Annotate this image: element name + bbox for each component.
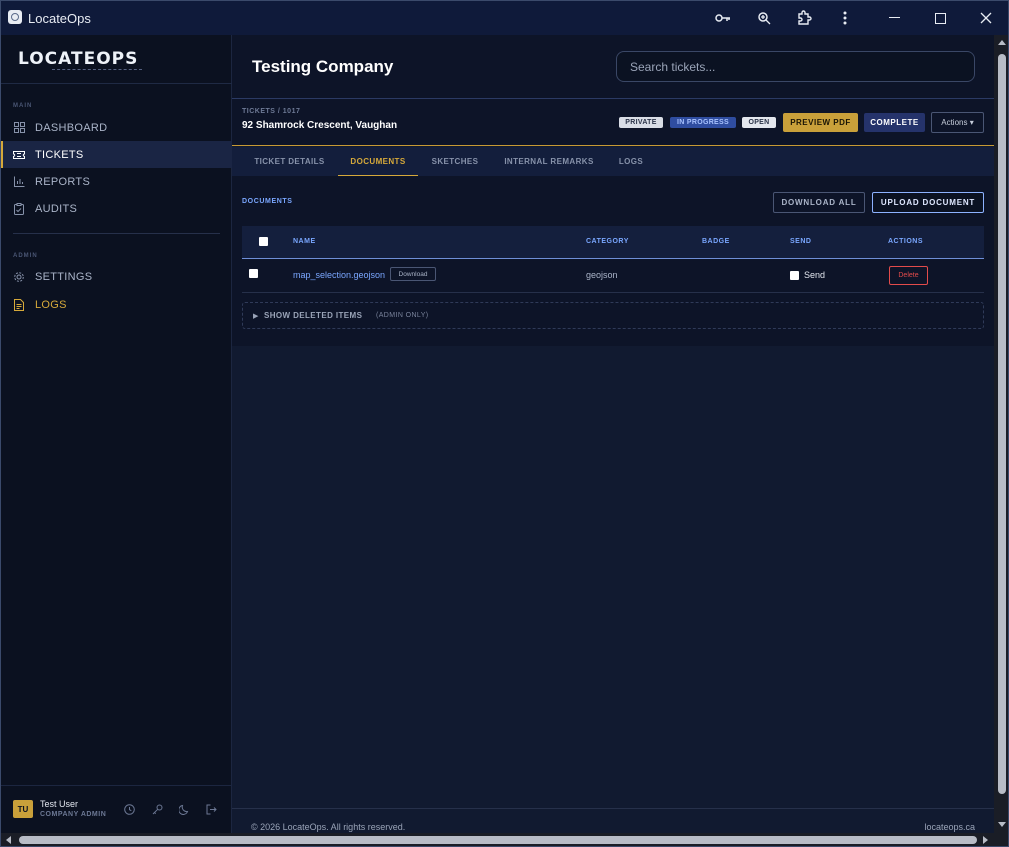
send-label: Send [804,270,826,280]
bar-chart-icon [13,176,25,188]
avatar[interactable]: TU [13,800,33,818]
top-header: Testing Company [232,35,994,99]
key-icon[interactable] [150,802,164,816]
logout-icon[interactable] [204,802,218,816]
deleted-note: (ADMIN ONLY) [376,312,429,319]
footer: © 2026 LocateOps. All rights reserved. l… [232,808,994,833]
delete-button[interactable]: Delete [889,266,928,285]
key-icon[interactable] [709,5,737,31]
moon-icon[interactable] [177,802,191,816]
copyright-text: © 2026 LocateOps. All rights reserved. [251,822,406,832]
extension-icon[interactable] [790,5,818,31]
scroll-right-arrow[interactable] [983,836,988,844]
sidebar-item-audits[interactable]: AUDITS [1,195,232,222]
column-actions: ACTIONS [888,238,923,245]
sidebar-item-dashboard[interactable]: DASHBOARD [1,114,232,141]
sidebar-item-label: REPORTS [35,175,91,188]
document-category: geojson [586,270,618,280]
clipboard-icon [13,202,25,215]
section-title: DOCUMENTS [242,198,293,205]
column-send: SEND [790,238,812,245]
tab-internal-remarks[interactable]: INTERNAL REMARKS [493,147,605,176]
user-panel: TU Test User COMPANY ADMIN [1,785,232,833]
more-icon[interactable] [831,5,859,31]
ticket-address: 92 Shamrock Crescent, Vaughan [242,120,398,131]
breadcrumb: TICKETS / 1017 [242,108,301,115]
column-name: NAME [293,238,316,245]
logo-tagline-line [52,69,142,71]
deleted-title: SHOW DELETED ITEMS [264,311,363,320]
row-checkbox[interactable] [249,269,258,278]
private-badge: PRIVATE [619,117,663,128]
page-title: Testing Company [252,57,394,76]
table-row: map_selection.geojson Download geojson S… [242,259,984,293]
title-bar: LocateOps [1,1,1008,35]
documents-panel: DOCUMENTS DOWNLOAD ALL UPLOAD DOCUMENT N… [232,176,994,346]
preview-pdf-button[interactable]: PREVIEW PDF [783,113,858,132]
column-category: CATEGORY [586,238,629,245]
show-deleted-toggle[interactable]: ▶ SHOW DELETED ITEMS (ADMIN ONLY) [242,302,984,329]
download-button[interactable]: Download [390,267,436,281]
actions-dropdown[interactable]: Actions ▾ [931,112,984,133]
app-icon [8,10,22,24]
clock-icon[interactable] [122,802,136,816]
complete-button[interactable]: COMPLETE [864,113,925,132]
zoom-icon[interactable] [750,5,778,31]
document-icon [13,298,25,311]
scroll-left-arrow[interactable] [6,836,11,844]
sidebar-item-reports[interactable]: REPORTS [1,168,232,195]
search-input[interactable] [616,51,975,82]
send-checkbox[interactable] [790,271,799,280]
ticket-icon [13,149,25,161]
ticket-header: TICKETS / 1017 92 Shamrock Crescent, Vau… [232,99,994,146]
minimize-button[interactable] [871,1,917,35]
sidebar-item-label: DASHBOARD [35,121,108,134]
sidebar-item-logs[interactable]: LOGS [1,291,232,318]
close-button[interactable] [963,1,1008,35]
tab-logs[interactable]: LOGS [608,147,654,176]
column-badge: BADGE [702,238,730,245]
user-name: Test User [40,799,79,809]
logo-text: LOCATEOPS [18,49,139,69]
download-all-button[interactable]: DOWNLOAD ALL [773,192,865,213]
sidebar-item-label: TICKETS [35,148,84,161]
logo[interactable]: LOCATEOPS [18,49,168,71]
dashboard-icon [13,122,25,134]
tab-documents[interactable]: DOCUMENTS [338,147,418,176]
upload-document-button[interactable]: UPLOAD DOCUMENT [872,192,984,213]
section-label-admin: ADMIN [13,253,38,259]
scrollbar-corner [994,833,1008,846]
horizontal-scrollbar[interactable] [1,833,994,846]
sidebar-item-settings[interactable]: SETTINGS [1,263,232,290]
tab-bar: TICKET DETAILS DOCUMENTS SKETCHES INTERN… [232,147,994,176]
table-header: NAME CATEGORY BADGE SEND ACTIONS [242,226,984,259]
scroll-up-arrow[interactable] [998,40,1006,45]
sidebar-item-label: SETTINGS [35,270,93,283]
app-window: LocateOps LOCATEOPS MAIN DASHBOARD TICKE… [0,0,1009,847]
vertical-scrollbar[interactable] [994,35,1008,833]
open-badge: OPEN [742,117,776,128]
sidebar-item-label: LOGS [35,298,67,311]
section-label-main: MAIN [13,103,33,109]
tab-sketches[interactable]: SKETCHES [420,147,490,176]
horizontal-scroll-thumb[interactable] [19,836,977,844]
main-content: Testing Company TICKETS / 1017 92 Shamro… [232,35,994,833]
sidebar-item-tickets[interactable]: TICKETS [1,141,232,168]
user-role: COMPANY ADMIN [40,811,107,818]
site-link[interactable]: locateops.ca [924,822,975,832]
window-title: LocateOps [28,11,91,26]
sidebar-item-label: AUDITS [35,202,78,215]
sidebar-divider [13,233,220,234]
sidebar: LOCATEOPS MAIN DASHBOARD TICKETS REPORTS [1,35,232,833]
maximize-button[interactable] [917,1,963,35]
caret-right-icon: ▶ [253,313,259,320]
in-progress-badge: IN PROGRESS [670,117,736,128]
document-name-link[interactable]: map_selection.geojson [293,270,385,280]
select-all-checkbox[interactable] [259,237,268,246]
logo-divider [1,83,232,84]
gear-icon [13,271,25,283]
vertical-scroll-thumb[interactable] [998,54,1006,794]
scroll-down-arrow[interactable] [998,822,1006,827]
tab-ticket-details[interactable]: TICKET DETAILS [243,147,336,176]
